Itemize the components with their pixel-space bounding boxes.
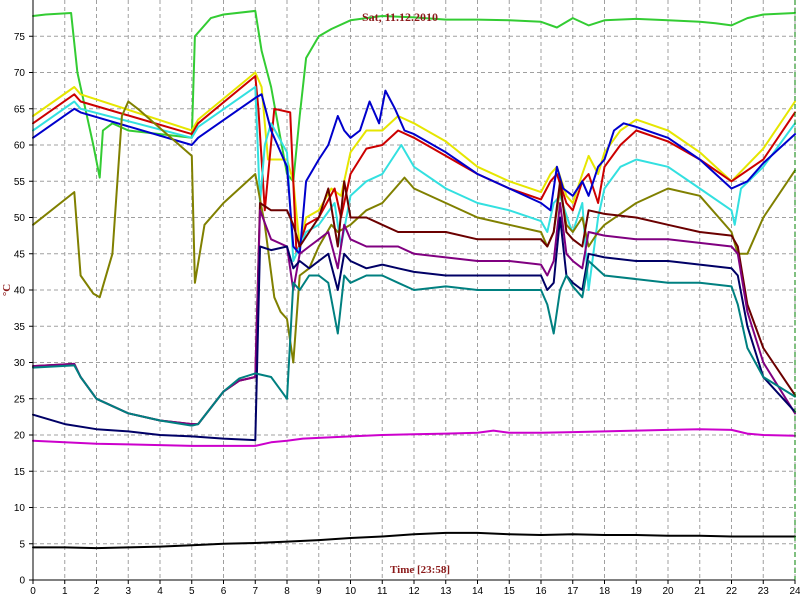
y-tick-label: 45: [14, 249, 26, 260]
y-tick-label: 60: [14, 141, 26, 152]
x-tick-label: 3: [125, 586, 131, 597]
y-tick-label: 65: [14, 104, 26, 115]
x-tick-label: 7: [252, 586, 258, 597]
x-tick-label: 8: [284, 586, 290, 597]
x-tick-label: 1: [62, 586, 68, 597]
x-axis-title: Time [23:58]: [390, 564, 450, 576]
x-tick-label: 6: [221, 586, 227, 597]
y-tick-label: 20: [14, 431, 26, 442]
x-tick-label: 22: [726, 586, 738, 597]
x-tick-label: 0: [30, 586, 36, 597]
x-tick-label: 13: [440, 586, 452, 597]
x-tick-label: 17: [567, 586, 579, 597]
x-tick-label: 14: [472, 586, 484, 597]
y-tick-label: 55: [14, 177, 26, 188]
x-tick-label: 16: [535, 586, 547, 597]
x-tick-label: 10: [345, 586, 357, 597]
y-tick-label: 40: [14, 286, 26, 297]
y-axis-title: °C: [1, 284, 13, 296]
y-tick-label: 30: [14, 358, 26, 369]
y-tick-label: 25: [14, 394, 26, 405]
chart-background: [0, 0, 800, 600]
x-tick-label: 21: [694, 586, 706, 597]
x-tick-label: 20: [662, 586, 674, 597]
y-tick-label: 0: [19, 576, 25, 587]
x-tick-label: 15: [504, 586, 516, 597]
chart-title: Sat, 11.12.2010: [362, 10, 438, 24]
x-tick-label: 12: [408, 586, 420, 597]
x-tick-label: 24: [789, 586, 800, 597]
y-tick-label: 10: [14, 503, 26, 514]
x-tick-label: 9: [316, 586, 322, 597]
x-tick-label: 2: [94, 586, 100, 597]
x-tick-label: 11: [377, 586, 388, 597]
x-tick-label: 19: [631, 586, 643, 597]
y-tick-label: 50: [14, 213, 26, 224]
temperature-chart: 0 1 2 3 4 5 6 7 8 9 10 11 12 13 14 15 16 17 18 19 20 21 22 23 24…: [0, 0, 800, 600]
y-tick-label: 15: [14, 467, 26, 478]
x-tick-label: 4: [157, 586, 163, 597]
x-tick-label: 5: [189, 586, 195, 597]
x-tick-label: 18: [599, 586, 611, 597]
y-tick-label: 5: [19, 539, 25, 550]
y-tick-label: 70: [14, 68, 26, 79]
x-tick-label: 23: [758, 586, 770, 597]
y-tick-label: 75: [14, 32, 26, 43]
y-tick-label: 35: [14, 322, 26, 333]
